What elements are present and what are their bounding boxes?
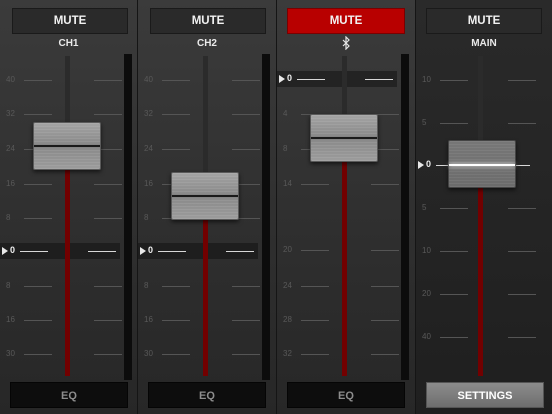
ch1-fader-track[interactable] bbox=[65, 56, 70, 376]
ch2-mute-button[interactable]: MUTE bbox=[150, 8, 266, 34]
main-fader-knob[interactable] bbox=[448, 140, 516, 188]
ch1-scale-tick: 30 bbox=[6, 349, 122, 359]
bluetooth-eq-button[interactable]: EQ bbox=[287, 382, 405, 408]
ch1-level-bar bbox=[65, 166, 70, 376]
main-level-bar bbox=[478, 186, 483, 376]
ch1-zero-marker: 0 bbox=[0, 243, 120, 259]
bluetooth-fader-track[interactable] bbox=[342, 56, 347, 376]
ch1-scale-tick: 8 bbox=[6, 213, 122, 223]
ch1-scale-tick: 8 bbox=[6, 281, 122, 291]
bluetooth-level-bar bbox=[342, 161, 347, 376]
ch2-scale-tick: 16 bbox=[144, 315, 260, 325]
ch2-scale-tick: 24 bbox=[144, 144, 260, 154]
ch2-fader-knob[interactable] bbox=[171, 172, 239, 220]
channel-strip-bluetooth: MUTE 0 4 8 14 20 24 28 32 EQ bbox=[277, 0, 416, 414]
ch2-scale-tick: 32 bbox=[144, 109, 260, 119]
bluetooth-fader-knob[interactable] bbox=[310, 114, 378, 162]
bluetooth-scale-tick: 24 bbox=[283, 281, 399, 291]
ch2-scale-tick: 40 bbox=[144, 75, 260, 85]
channel-strip-ch2: MUTE CH2 40 32 24 16 8 0 8 16 30 EQ bbox=[138, 0, 277, 414]
ch1-fader-knob[interactable] bbox=[33, 122, 101, 170]
ch1-eq-button[interactable]: EQ bbox=[10, 382, 128, 408]
bluetooth-zero-marker: 0 bbox=[277, 71, 397, 87]
bluetooth-scale-tick: 32 bbox=[283, 349, 399, 359]
settings-button[interactable]: SETTINGS bbox=[426, 382, 544, 408]
ch1-name: CH1 bbox=[58, 38, 79, 49]
main-fader-track[interactable] bbox=[478, 56, 483, 376]
ch2-level-bar bbox=[203, 216, 208, 376]
bluetooth-scale-tick: 28 bbox=[283, 315, 399, 325]
main-mute-button[interactable]: MUTE bbox=[426, 8, 542, 34]
zero-marker-arrow-icon bbox=[418, 161, 424, 169]
zero-marker-arrow-icon bbox=[2, 247, 8, 255]
channel-strip-ch1: MUTE CH1 40 32 24 16 8 0 8 16 30 EQ bbox=[0, 0, 138, 414]
bluetooth-mute-button[interactable]: MUTE bbox=[287, 8, 405, 34]
bluetooth-level-meter bbox=[401, 54, 409, 380]
ch2-level-meter bbox=[262, 54, 270, 380]
ch1-scale-tick: 40 bbox=[6, 75, 122, 85]
ch1-scale-tick: 16 bbox=[6, 179, 122, 189]
bluetooth-icon bbox=[342, 36, 350, 50]
ch2-name: CH2 bbox=[196, 38, 217, 49]
ch2-eq-button[interactable]: EQ bbox=[148, 382, 266, 408]
ch1-scale-tick: 16 bbox=[6, 315, 122, 325]
main-name: MAIN bbox=[471, 38, 497, 49]
ch1-level-meter bbox=[124, 54, 132, 380]
ch1-mute-button[interactable]: MUTE bbox=[12, 8, 128, 34]
bluetooth-scale-tick: 14 bbox=[283, 179, 399, 189]
ch1-scale-tick: 32 bbox=[6, 109, 122, 119]
zero-marker-arrow-icon bbox=[279, 75, 285, 83]
bluetooth-scale-tick: 20 bbox=[283, 245, 399, 255]
channel-strip-main: MUTE MAIN 10 5 0 5 10 20 40 SETTINGS bbox=[416, 0, 552, 414]
ch2-scale-tick: 8 bbox=[144, 281, 260, 291]
zero-marker-arrow-icon bbox=[140, 247, 146, 255]
ch2-scale-tick: 30 bbox=[144, 349, 260, 359]
ch2-zero-marker: 0 bbox=[138, 243, 258, 259]
